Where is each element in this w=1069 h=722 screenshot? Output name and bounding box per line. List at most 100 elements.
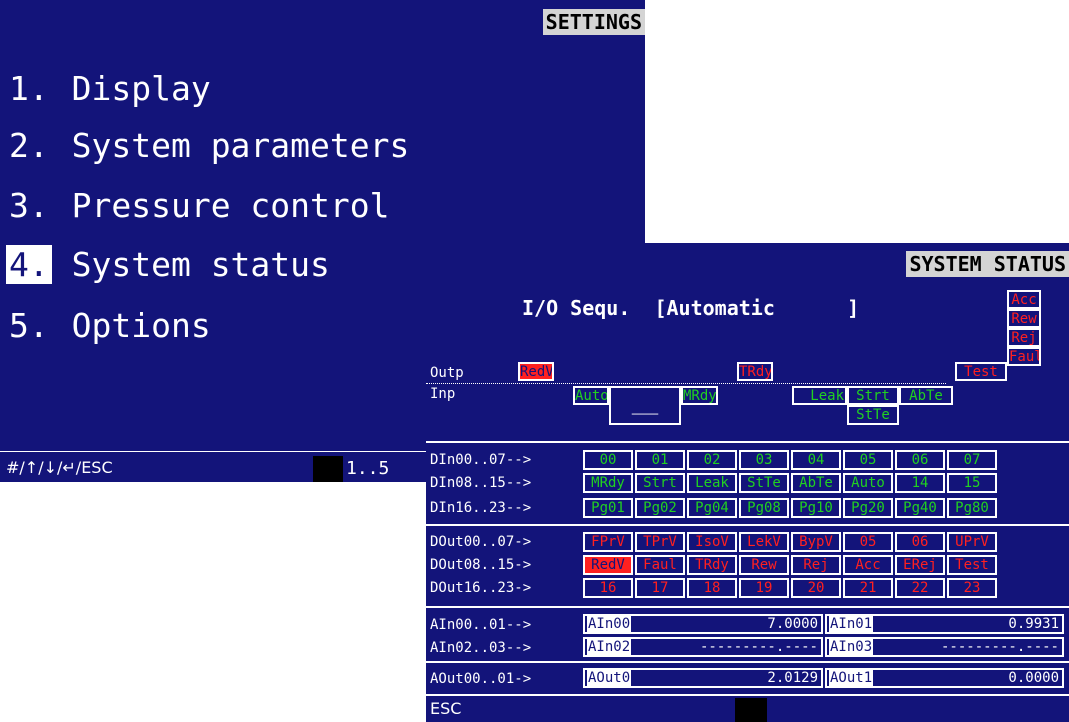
menu-item-label: System status [51,245,330,284]
input-abte: AbTe [899,386,953,405]
cursor-block [313,456,343,482]
dout-cell: 23 [947,578,997,598]
din-cell: 02 [687,450,737,470]
din-cell: AbTe [791,473,841,493]
din-cell: Pg10 [791,498,841,518]
ain-row-label: AIn02..03--> [430,640,532,656]
dout-cell: TPrV [635,532,685,552]
input-stte: StTe [847,405,899,425]
input-strt: Strt [847,386,899,405]
inp-label: Inp [430,386,456,402]
din-cell: Auto [843,473,893,493]
aout-tag: AOut1 [829,670,874,686]
settings-title: SETTINGS [542,9,645,35]
dout-cell: BypV [791,532,841,552]
dout-cell: UPrV [947,532,997,552]
din-cell: Strt [635,473,685,493]
dout-cell: 19 [739,578,789,598]
menu-item-options[interactable]: 5. Options [6,304,211,348]
section-divider [426,606,1069,608]
aout-value: 2.0129 [767,670,818,686]
menu-item-label: Display [51,69,211,108]
menu-item-number: 5. [9,306,49,345]
menu-item-system-parameters[interactable]: 2. System parameters [6,124,409,168]
ain-value: 0.9931 [1008,616,1059,632]
dout-cell: FPrV [583,532,633,552]
alarm-rew: Rew [1007,309,1041,328]
din-cell: Pg01 [583,498,633,518]
ain-field: AIn00 7.0000 [583,614,823,634]
ain-row-label: AIn00..01--> [430,617,532,633]
status-title: SYSTEM STATUS [906,251,1069,277]
dout-cell: Rew [739,555,789,575]
sequence-mode: I/O Sequ. [Automatic ] [522,295,859,321]
menu-item-system-status[interactable]: 4. System status [6,243,330,287]
dout-cell: RedV [583,555,633,575]
aout-row-label: AOut00..01-> [430,671,532,687]
dout-cell: 17 [635,578,685,598]
alarm-rej: Rej [1007,328,1041,347]
page-range: 1..5 [346,458,390,479]
aout-tag: AOut0 [587,670,632,686]
din-cell: 07 [947,450,997,470]
dout-cell: 05 [843,532,893,552]
alarm-acc: Acc [1007,290,1041,309]
din-cell: 03 [739,450,789,470]
dout-cell: LekV [739,532,789,552]
section-divider [426,661,1069,663]
menu-item-pressure-control[interactable]: 3. Pressure control [6,184,390,228]
din-cell: StTe [739,473,789,493]
input-auto: Auto [573,386,609,405]
alarm-faul: Faul [1007,347,1041,366]
din-cell: Pg80 [947,498,997,518]
input-leak: Leak [792,386,847,405]
din-cell: Pg40 [895,498,945,518]
footer-divider [426,694,1069,696]
mode-label: I/O Sequ. [522,296,631,320]
dout-cell: 06 [895,532,945,552]
dout-cell: Faul [635,555,685,575]
din-cell: MRdy [583,473,633,493]
dout-cell: IsoV [687,532,737,552]
section-divider [426,441,1069,443]
section-divider [426,524,1069,526]
menu-item-number: 2. [9,126,49,165]
dout-row-label: DOut16..23-> [430,580,532,596]
menu-item-label: Options [51,306,211,345]
din-cell: 15 [947,473,997,493]
output-trdy: TRdy [737,362,773,381]
menu-item-label: System parameters [51,126,410,165]
din-cell: Pg02 [635,498,685,518]
dout-cell: TRdy [687,555,737,575]
menu-item-number: 3. [9,186,49,225]
ain-tag: AIn02 [587,639,632,655]
outp-baseline [426,383,946,384]
system-status-screen: SYSTEM STATUS I/O Sequ. [Automatic ] Acc… [426,243,1069,722]
input-empty: __ [609,386,681,425]
dout-cell: Test [947,555,997,575]
cursor-block [735,698,767,722]
dout-cell: 20 [791,578,841,598]
dout-row-label: DOut08..15-> [430,557,532,573]
din-cell: Pg20 [843,498,893,518]
din-cell: 06 [895,450,945,470]
din-row-label: DIn16..23--> [430,500,532,516]
aout-value: 0.0000 [1008,670,1059,686]
ain-tag: AIn03 [829,639,874,655]
dout-cell: 21 [843,578,893,598]
ain-field: AIn03 ---------.---- [825,637,1064,657]
menu-item-display[interactable]: 1. Display [6,67,211,111]
dout-cell: Acc [843,555,893,575]
din-row-label: DIn08..15--> [430,475,532,491]
dout-cell: 22 [895,578,945,598]
din-cell: Leak [687,473,737,493]
din-cell: Pg04 [687,498,737,518]
din-cell: 00 [583,450,633,470]
menu-item-label: Pressure control [51,186,390,225]
menu-item-number: 1. [9,69,49,108]
din-cell: 01 [635,450,685,470]
ain-field: AIn02 ---------.---- [583,637,823,657]
mode-value: [Automatic ] [654,296,860,320]
ain-value: ---------.---- [940,639,1059,655]
dout-cell: ERej [895,555,945,575]
